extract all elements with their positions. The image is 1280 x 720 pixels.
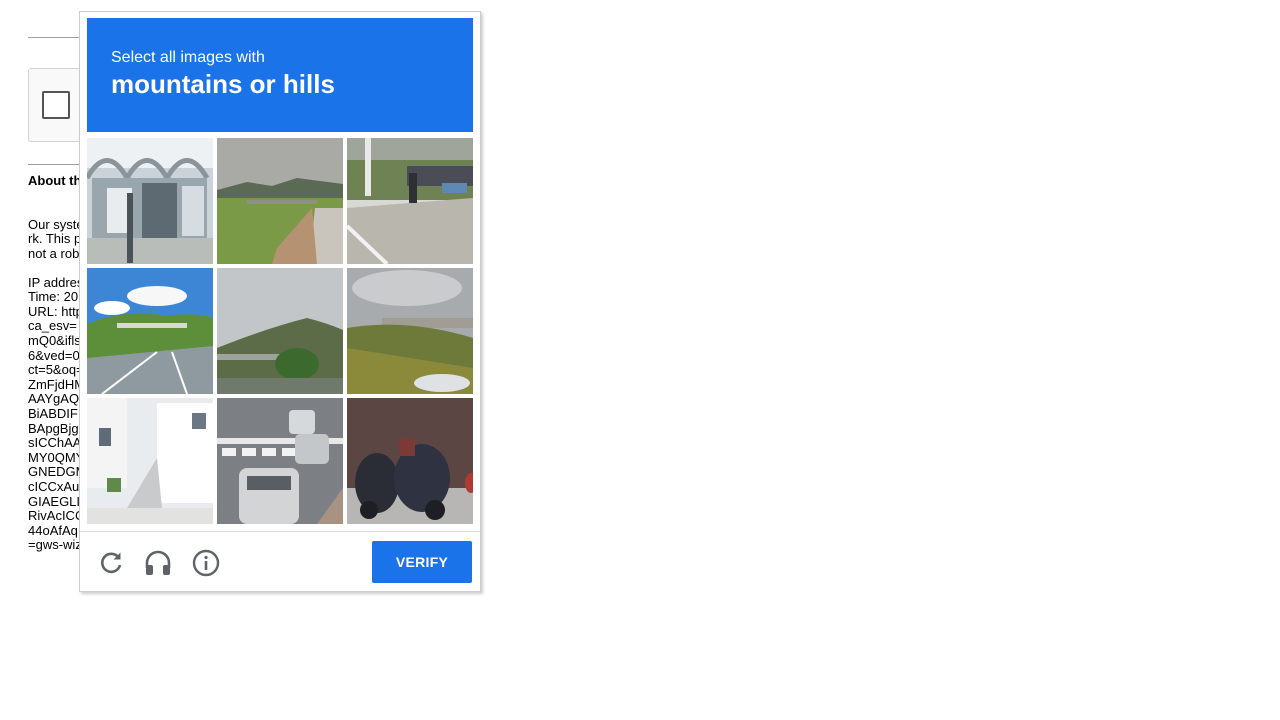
details-line: GNEDGM bbox=[28, 464, 80, 480]
details-line: sICChAA bbox=[28, 435, 80, 451]
headphones-icon[interactable] bbox=[143, 548, 173, 578]
details-line: Time: 20 bbox=[28, 289, 79, 305]
paragraph-line: rk. This p bbox=[28, 231, 80, 247]
challenge-header: Select all images with mountains or hill… bbox=[87, 18, 473, 132]
details-line: BApgBjg bbox=[28, 420, 79, 436]
details-line: mQ0&ifls bbox=[28, 332, 80, 348]
image-grid bbox=[87, 138, 473, 524]
request-details: IP addres Time: 20 URL: http ca_esv= mQ0&ifl… bbox=[28, 261, 80, 567]
verify-button[interactable]: VERIFY bbox=[372, 541, 472, 583]
details-line: RivAcICC bbox=[28, 508, 80, 524]
tile-parked-scooters[interactable] bbox=[347, 398, 473, 524]
details-line: BiABDIF bbox=[28, 405, 78, 421]
footer-divider bbox=[80, 531, 480, 532]
details-line: URL: http bbox=[28, 303, 80, 319]
details-line: cICCxAu bbox=[28, 478, 80, 494]
tile-overpass-hill[interactable] bbox=[217, 268, 343, 394]
details-line: 6&ved=0 bbox=[28, 347, 80, 363]
details-line: GIAEGLI bbox=[28, 493, 80, 509]
not-robot-checkbox[interactable] bbox=[42, 91, 70, 119]
details-line: IP addres bbox=[28, 274, 80, 290]
image-challenge-popup: Select all images with mountains or hill… bbox=[79, 11, 481, 592]
tile-road-bridge-hills[interactable] bbox=[217, 138, 343, 264]
tile-sidewalk-motorbikes[interactable] bbox=[347, 138, 473, 264]
reload-icon[interactable] bbox=[96, 548, 126, 578]
tile-white-building[interactable] bbox=[87, 398, 213, 524]
details-line: 44oAfAq bbox=[28, 522, 78, 538]
details-line: =gws-wiz bbox=[28, 537, 80, 553]
info-icon[interactable] bbox=[191, 548, 221, 578]
details-line: ct=5&oq= bbox=[28, 362, 80, 378]
tile-bus-shelter[interactable] bbox=[87, 138, 213, 264]
tile-grassy-embankment[interactable] bbox=[347, 268, 473, 394]
tile-highway-green-hills[interactable] bbox=[87, 268, 213, 394]
details-line: MY0QMY bbox=[28, 449, 80, 465]
paragraph-line: Our syste bbox=[28, 216, 80, 232]
tile-crosswalk-cars[interactable] bbox=[217, 398, 343, 524]
details-line: ca_esv= bbox=[28, 318, 77, 334]
challenge-instruction: Select all images with bbox=[111, 49, 265, 66]
paragraph-line: not a rob bbox=[28, 245, 80, 261]
details-line: ZmFjdHM bbox=[28, 376, 80, 392]
about-heading: About th bbox=[28, 173, 80, 188]
challenge-target: mountains or hills bbox=[111, 69, 335, 99]
details-line: AAYgAQ bbox=[28, 391, 80, 407]
